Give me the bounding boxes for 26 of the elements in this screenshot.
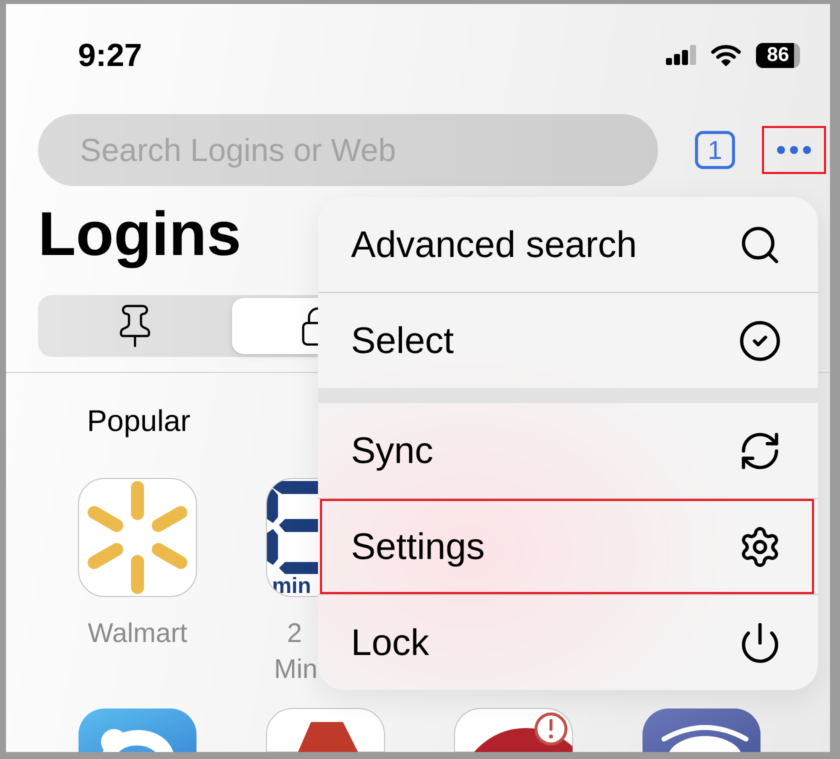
wifi-icon xyxy=(711,44,741,66)
battery-indicator: 86 xyxy=(756,42,800,68)
check-circle-icon xyxy=(738,318,782,362)
page-title: Logins xyxy=(38,200,242,270)
more-icon xyxy=(777,146,811,154)
lock-icon xyxy=(302,306,318,346)
logo-text: min xyxy=(271,576,312,596)
section-title: Popular xyxy=(87,406,190,438)
tab-count-button[interactable]: 1 xyxy=(695,131,735,169)
menu-item[interactable]: Select xyxy=(318,293,818,388)
segment-tab[interactable] xyxy=(232,298,318,354)
signal-icon xyxy=(666,45,696,65)
menu-item[interactable]: Lock xyxy=(318,595,818,690)
app-label: 2 xyxy=(287,617,302,650)
menu-item[interactable]: Sync xyxy=(318,403,818,498)
trapezoid-app-icon[interactable] xyxy=(266,708,385,752)
menu-item[interactable]: Advanced search xyxy=(318,197,818,292)
arc-app-icon[interactable] xyxy=(642,708,761,752)
app-tile[interactable]: min xyxy=(266,478,318,597)
digit-logo-icon xyxy=(267,479,318,576)
app-label: Min xyxy=(274,653,318,686)
status-time: 9:27 xyxy=(78,36,142,74)
app-label: Walmart xyxy=(88,617,188,650)
menu-item[interactable]: Settings xyxy=(320,499,814,594)
cloud-app-icon[interactable] xyxy=(78,708,197,752)
more-button[interactable] xyxy=(762,126,826,174)
